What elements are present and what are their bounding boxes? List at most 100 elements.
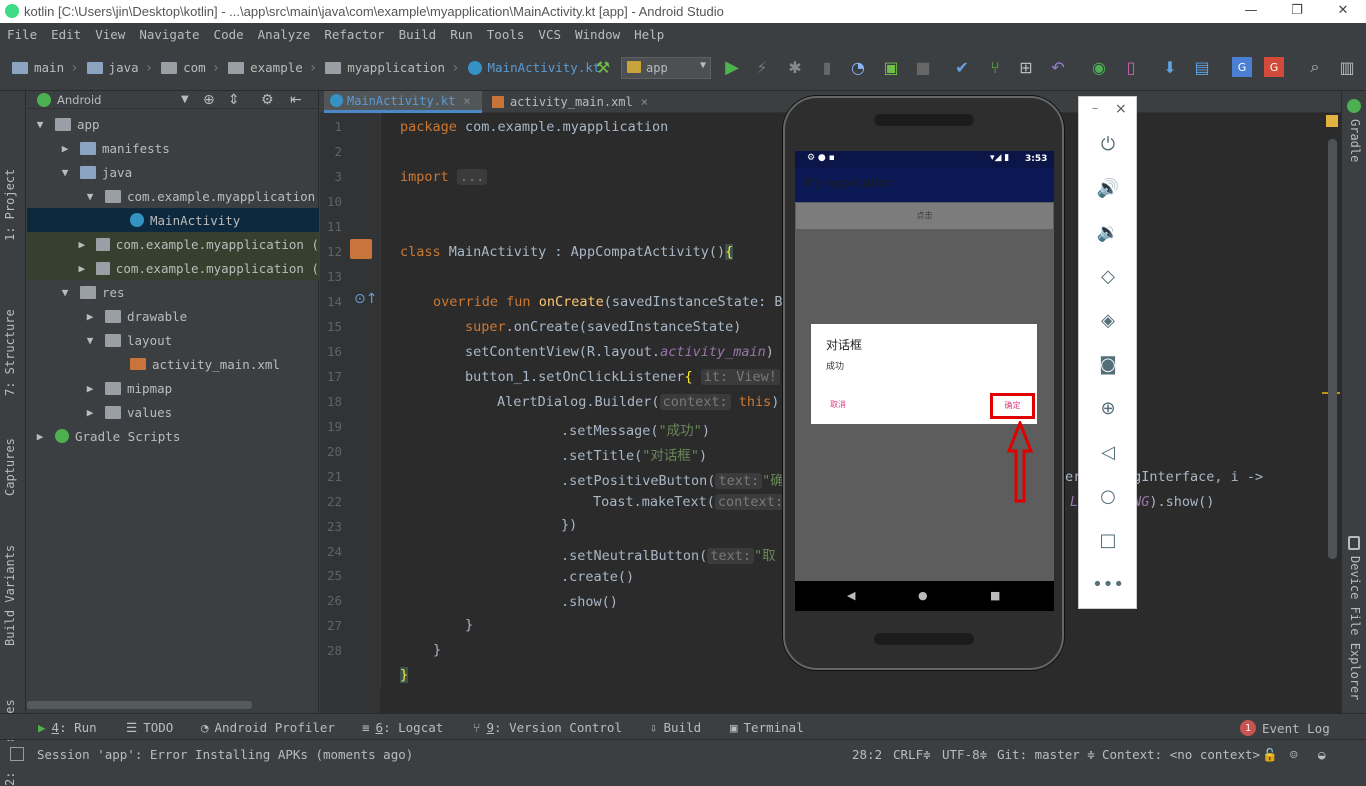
close-icon[interactable]: × [463, 94, 470, 108]
stop-icon[interactable]: ■ [913, 57, 933, 77]
camera-icon[interactable]: ◙ [1096, 352, 1120, 376]
menu-refactor[interactable]: Refactor [324, 27, 384, 42]
breadcrumb-example[interactable]: example › [228, 60, 317, 76]
lock-icon[interactable]: 🔓 [1262, 747, 1278, 763]
avd-manager-icon[interactable]: ▯ [1121, 57, 1141, 77]
menu-analyze[interactable]: Analyze [258, 27, 311, 42]
home-icon[interactable]: ○ [1096, 484, 1120, 508]
chevron-right-icon[interactable]: ▶ [83, 310, 97, 323]
tool-terminal[interactable]: ▣ Terminal [730, 720, 804, 735]
notifications-icon[interactable]: ◒ [1318, 747, 1326, 762]
project-view-select[interactable]: Android [57, 93, 101, 107]
power-icon[interactable]: ⏻ [1096, 132, 1120, 156]
run-icon[interactable]: ▶ [722, 57, 742, 78]
rotate-left-icon[interactable]: ◇ [1096, 264, 1120, 288]
dialog-ok-button[interactable]: 确定 [990, 393, 1035, 419]
tree-item[interactable]: ▼ com.example.myapplication [27, 184, 319, 208]
chevron-right-icon[interactable]: ▶ [83, 406, 97, 419]
tree-item[interactable]: MainActivity [27, 208, 319, 232]
zoom-icon[interactable]: ⊕ [1096, 396, 1120, 420]
run-configuration-select[interactable]: app ▼ [621, 57, 711, 79]
tree-item[interactable]: ▼ layout [27, 328, 319, 352]
menu-vcs[interactable]: VCS [538, 27, 561, 42]
emulator-close-button[interactable]: × [1115, 101, 1127, 117]
layout-icon[interactable]: ▥ [1337, 57, 1357, 77]
emulator-screen[interactable]: ⚙ ● ▪ ▾◢ ▮ 3:53 My Application 点击 对话框 成功… [795, 151, 1054, 611]
tool-version-control[interactable]: ⑂ 9: Version Control [473, 720, 622, 735]
search-icon[interactable]: ⌕ [1305, 57, 1325, 77]
override-icon[interactable]: ⊙↑ [354, 291, 377, 307]
tab-activity-main-xml[interactable]: activity_main.xml × [486, 91, 656, 113]
tool-build-variants[interactable]: Build Variants [3, 545, 17, 646]
menu-file[interactable]: File [7, 27, 37, 42]
tool-logcat[interactable]: ≡ 6: Logcat [362, 720, 443, 735]
inspector-icon[interactable]: ☺ [1290, 747, 1298, 762]
chevron-down-icon[interactable]: ▼ [58, 286, 72, 299]
recents-icon[interactable]: ■ [990, 589, 1000, 602]
horizontal-scrollbar[interactable] [27, 701, 252, 709]
tree-item[interactable]: ▼ res [27, 280, 319, 304]
breadcrumb-main[interactable]: main › [12, 60, 79, 76]
volume-up-icon[interactable]: 🔊 [1096, 176, 1120, 200]
tree-item[interactable]: ▶ manifests [27, 136, 319, 160]
android-activity-icon[interactable] [350, 239, 372, 259]
chevron-down-icon[interactable]: ▼ [83, 334, 97, 347]
status-message[interactable]: Session 'app': Error Installing APKs (mo… [37, 747, 413, 762]
chevron-right-icon[interactable]: ▶ [58, 142, 72, 155]
maximize-button[interactable]: ❐ [1274, 0, 1320, 23]
back-icon[interactable]: ◁ [1096, 440, 1120, 464]
chevron-right-icon[interactable]: ▶ [33, 430, 47, 443]
vcs-commit-icon[interactable]: ⑂ [985, 57, 1005, 77]
home-icon[interactable]: ● [918, 589, 928, 602]
toggle-panel-icon[interactable] [10, 747, 24, 761]
event-log-button[interactable]: 1 Event Log [1240, 720, 1330, 736]
line-separator[interactable]: CRLF≑ [893, 747, 931, 762]
tool-android-profiler[interactable]: ◔ Android Profiler [201, 720, 335, 735]
context-indicator[interactable]: Context: <no context> [1102, 747, 1260, 762]
close-button[interactable]: ✕ [1320, 0, 1366, 23]
menu-run[interactable]: Run [450, 27, 473, 42]
dialog-cancel-button[interactable]: 取消 [830, 399, 846, 410]
tree-item[interactable]: ▶ com.example.myapplication ( [27, 256, 319, 280]
tool-gradle[interactable]: Gradle [1348, 119, 1362, 162]
chevron-down-icon[interactable]: ▼ [181, 94, 189, 105]
collapse-icon[interactable]: ⇕ [228, 92, 240, 108]
tool-run[interactable]: ▶ 4: Run [38, 720, 97, 735]
attach-debugger-icon[interactable]: ▮ [817, 57, 837, 77]
rotate-right-icon[interactable]: ◈ [1096, 308, 1120, 332]
tool-device-file-explorer[interactable]: Device File Explorer [1348, 556, 1362, 701]
menu-navigate[interactable]: Navigate [139, 27, 199, 42]
tree-item[interactable]: ▶ values [27, 400, 319, 424]
git-branch[interactable]: Git: master ≑ [997, 747, 1095, 762]
debug-icon[interactable]: ✱ [785, 57, 805, 77]
chevron-right-icon[interactable]: ▶ [83, 382, 97, 395]
minimize-button[interactable]: — [1228, 0, 1274, 23]
tree-item[interactable]: ▶ mipmap [27, 376, 319, 400]
vcs-revert-icon[interactable]: ↶ [1048, 57, 1068, 77]
click-button[interactable]: 点击 [796, 203, 1053, 229]
menu-tools[interactable]: Tools [487, 27, 525, 42]
back-icon[interactable]: ◀ [847, 589, 855, 602]
translate-alt-icon[interactable]: G [1264, 57, 1284, 77]
close-icon[interactable]: × [641, 95, 648, 109]
vcs-compare-icon[interactable]: ⊞ [1016, 57, 1036, 77]
tree-item[interactable]: activity_main.xml [27, 352, 319, 376]
tool-structure[interactable]: 7: Structure [3, 309, 17, 396]
menu-view[interactable]: View [95, 27, 125, 42]
gear-icon[interactable]: ⚙ [261, 92, 274, 108]
chevron-right-icon[interactable]: ▶ [76, 262, 88, 275]
chevron-down-icon[interactable]: ▼ [33, 118, 47, 131]
warning-marker[interactable] [1326, 115, 1338, 127]
translate-icon[interactable]: G [1232, 57, 1252, 77]
tool-build[interactable]: ⇩ Build [650, 720, 701, 735]
breadcrumb-mainactivity[interactable]: MainActivity.kt [467, 60, 600, 75]
vertical-scrollbar[interactable] [1328, 139, 1337, 559]
breadcrumb-java[interactable]: java › [86, 60, 153, 76]
tree-item[interactable]: ▶ drawable [27, 304, 319, 328]
breadcrumb-myapplication[interactable]: myapplication › [325, 60, 460, 76]
tree-item[interactable]: ▼ java [27, 160, 319, 184]
more-icon[interactable]: ••• [1092, 572, 1124, 596]
sync-gradle-icon[interactable]: ◉ [1089, 57, 1109, 77]
attach-icon[interactable]: ▣ [881, 57, 901, 77]
chevron-right-icon[interactable]: ▶ [76, 238, 88, 251]
